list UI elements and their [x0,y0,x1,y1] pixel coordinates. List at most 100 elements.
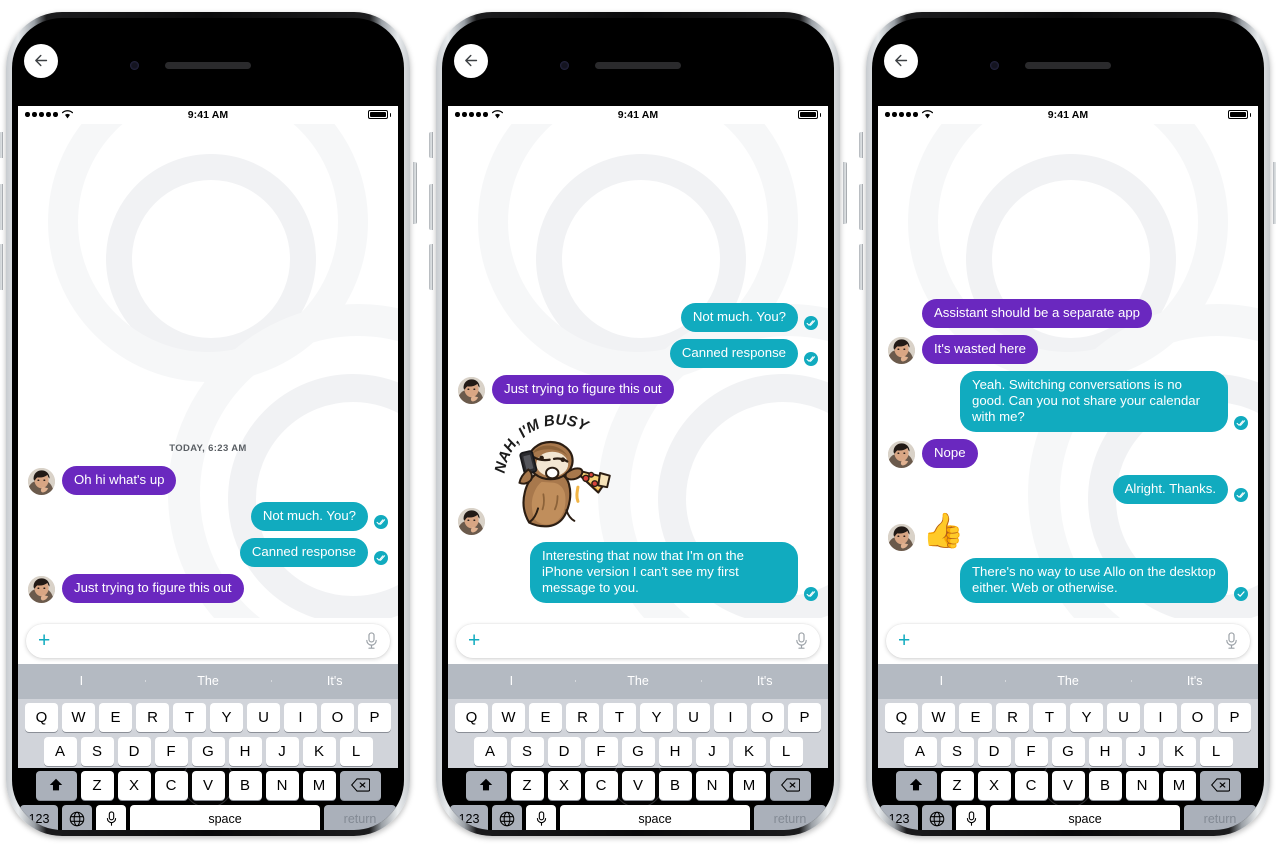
key-K[interactable]: K [732,736,766,766]
key-E[interactable]: E [99,702,132,732]
volume-button[interactable] [859,183,863,230]
key-C[interactable]: C [584,770,618,800]
message-bubble[interactable]: Yeah. Switching conversations is no good… [960,370,1228,432]
shift-key[interactable] [35,770,77,800]
prediction-3[interactable]: It's [1131,674,1258,688]
key-H[interactable]: H [228,736,262,766]
key-T[interactable]: T [173,702,206,732]
prediction-2[interactable]: The [1004,674,1132,688]
message-bubble[interactable]: Interesting that now that I'm on the iPh… [530,541,798,603]
return-key[interactable]: return [1184,804,1256,830]
key-G[interactable]: G [191,736,225,766]
key-C[interactable]: C [1014,770,1048,800]
volume-button[interactable] [429,243,433,290]
key-B[interactable]: B [228,770,262,800]
space-key[interactable]: space [990,804,1180,830]
key-M[interactable]: M [1162,770,1196,800]
key-D[interactable]: D [117,736,151,766]
prediction-1[interactable]: I [448,674,575,688]
shift-key[interactable] [895,770,937,800]
dictation-key[interactable] [526,804,556,830]
space-key[interactable]: space [560,804,750,830]
key-C[interactable]: C [154,770,188,800]
shift-key[interactable] [465,770,507,800]
key-S[interactable]: S [80,736,114,766]
prediction-1[interactable]: I [878,674,1005,688]
key-A[interactable]: A [473,736,507,766]
numbers-key[interactable]: 123 [20,804,58,830]
message-bubble[interactable]: Just trying to figure this out [492,374,674,404]
back-button[interactable] [454,43,488,78]
key-X[interactable]: X [117,770,151,800]
key-G[interactable]: G [1051,736,1085,766]
key-L[interactable]: L [1199,736,1233,766]
key-K[interactable]: K [1162,736,1196,766]
sloth-with-pizza-and-phone-sticker[interactable]: NAH, I'M BUSY [492,411,616,535]
message-bubble[interactable]: Nope [922,438,978,468]
key-A[interactable]: A [903,736,937,766]
key-W[interactable]: W [62,702,95,732]
key-R[interactable]: R [996,702,1029,732]
key-P[interactable]: P [358,702,391,732]
prediction-1[interactable]: I [18,674,145,688]
add-attachment-icon[interactable]: + [38,630,50,651]
key-J[interactable]: J [695,736,729,766]
volume-button[interactable] [859,243,863,290]
key-P[interactable]: P [1218,702,1251,732]
key-S[interactable]: S [510,736,544,766]
message-bubble[interactable]: Just trying to figure this out [62,573,244,603]
dictation-key[interactable] [96,804,126,830]
key-V[interactable]: V [1051,770,1085,800]
key-X[interactable]: X [547,770,581,800]
key-V[interactable]: V [621,770,655,800]
key-H[interactable]: H [658,736,692,766]
microphone-icon[interactable] [1225,631,1238,650]
backspace-key[interactable] [1199,770,1241,800]
space-key[interactable]: space [130,804,320,830]
key-S[interactable]: S [940,736,974,766]
key-Y[interactable]: Y [1070,702,1103,732]
numbers-key[interactable]: 123 [450,804,488,830]
key-L[interactable]: L [769,736,803,766]
key-L[interactable]: L [339,736,373,766]
key-N[interactable]: N [1125,770,1159,800]
key-M[interactable]: M [732,770,766,800]
add-attachment-icon[interactable]: + [898,630,910,651]
emoji-message[interactable]: 👍 [922,511,964,551]
key-Z[interactable]: Z [80,770,114,800]
key-E[interactable]: E [529,702,562,732]
key-N[interactable]: N [695,770,729,800]
key-B[interactable]: B [1088,770,1122,800]
key-R[interactable]: R [566,702,599,732]
key-F[interactable]: F [584,736,618,766]
key-O[interactable]: O [1181,702,1214,732]
volume-button[interactable] [0,183,3,230]
key-U[interactable]: U [1107,702,1140,732]
key-N[interactable]: N [265,770,299,800]
key-R[interactable]: R [136,702,169,732]
key-Z[interactable]: Z [940,770,974,800]
key-E[interactable]: E [959,702,992,732]
key-H[interactable]: H [1088,736,1122,766]
key-A[interactable]: A [43,736,77,766]
globe-key[interactable] [492,804,522,830]
back-button[interactable] [884,43,918,78]
power-button[interactable] [843,161,847,224]
key-J[interactable]: J [1125,736,1159,766]
key-V[interactable]: V [191,770,225,800]
message-bubble[interactable]: There's no way to use Allo on the deskto… [960,557,1228,603]
prediction-2[interactable]: The [574,674,702,688]
message-bubble[interactable]: Not much. You? [680,302,798,332]
key-Q[interactable]: Q [25,702,58,732]
key-M[interactable]: M [302,770,336,800]
composer-input-pill[interactable]: + [26,623,390,658]
composer-input-pill[interactable]: + [456,623,820,658]
key-Y[interactable]: Y [640,702,673,732]
key-Z[interactable]: Z [510,770,544,800]
mute-switch[interactable] [0,131,3,158]
numbers-key[interactable]: 123 [880,804,918,830]
composer-input-pill[interactable]: + [886,623,1250,658]
key-O[interactable]: O [321,702,354,732]
globe-key[interactable] [922,804,952,830]
message-bubble[interactable]: Canned response [239,537,368,567]
